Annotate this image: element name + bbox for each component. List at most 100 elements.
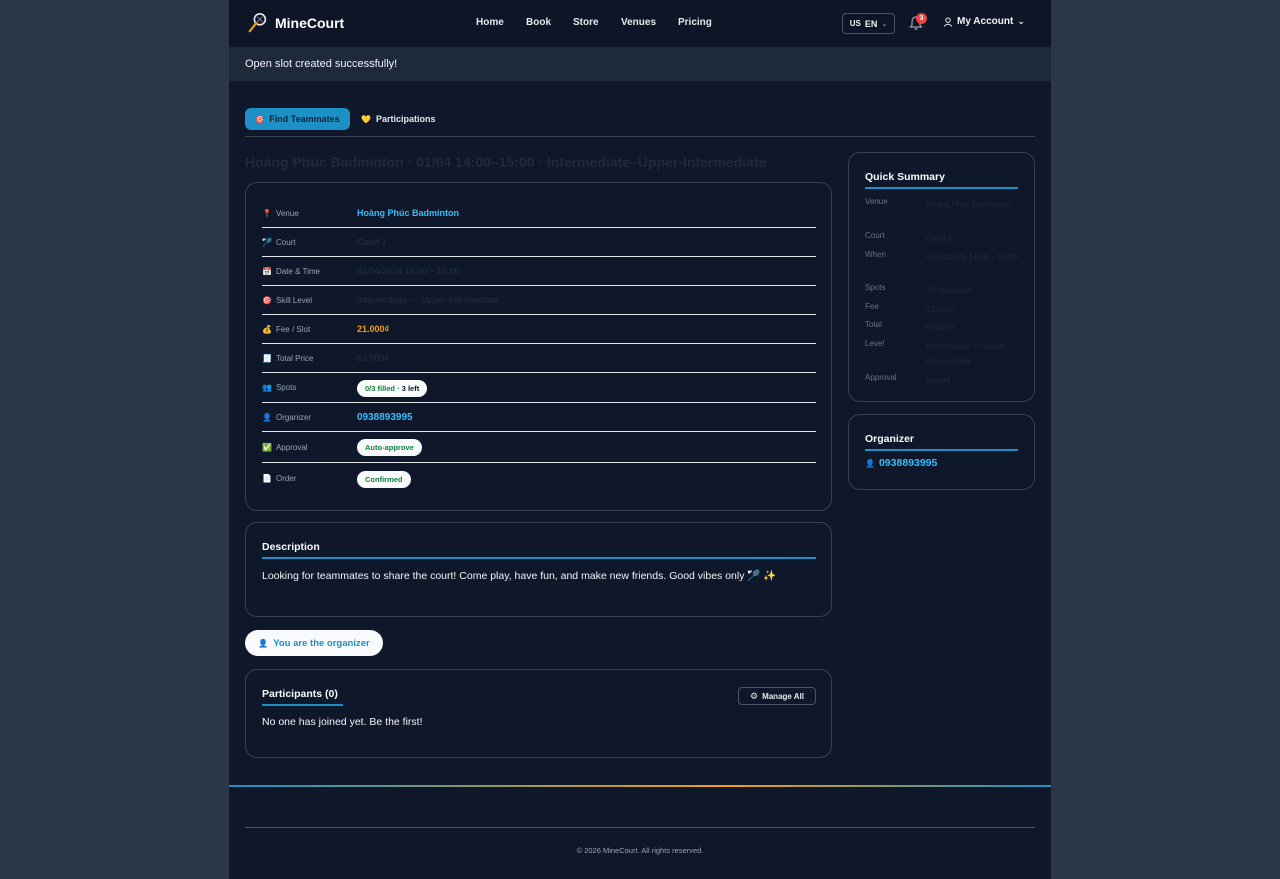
nav-store[interactable]: Store — [573, 17, 621, 28]
approval-label: Approval — [275, 442, 308, 452]
page-title: Hoàng Phúc Badminton · 01/04 14:00–15:00… — [245, 154, 767, 170]
notification-badge: 3 — [916, 13, 927, 24]
summary-row: Approval Instant — [865, 373, 1025, 388]
summary-row: Court Court 1 — [865, 231, 1025, 246]
order-status-badge: Confirmed — [357, 470, 411, 488]
detail-row-datetime: 📅 Date & Time 01/04/2026 14:00 – 15:00 — [262, 257, 816, 286]
nav-pricing[interactable]: Pricing — [678, 17, 712, 28]
fee-label: Fee / Slot — [275, 324, 311, 334]
pin-icon: 📍 — [262, 208, 272, 218]
flash-message: Open slot created successfully! — [229, 47, 1051, 81]
nav-venues[interactable]: Venues — [621, 17, 678, 28]
summary-row: Level Intermediate — Upper-Intermediate — [865, 339, 1025, 369]
slot-details-card: 📍 Venue Hoàng Phúc Badminton 🏸 Court Court… — [245, 182, 832, 511]
tab-participations-label: Participations — [375, 114, 436, 124]
brand-logo[interactable]: MineCourt — [247, 12, 344, 34]
detail-row-total: 🧾 Total Price 63.000₫ — [262, 344, 816, 373]
summary-value: Court 1 — [926, 234, 953, 243]
order-label: Order — [275, 474, 297, 483]
detail-row-order: 📄 Order Confirmed — [262, 463, 816, 494]
copyright-text: © 2026 MineCourt. All rights reserved. — [576, 846, 704, 855]
organizer-card: Organizer 👤 0938893995 — [848, 414, 1035, 490]
footer-accent-line — [229, 785, 1051, 787]
tab-bar: 🎯 Find Teammates 💛 Participations — [245, 108, 1035, 137]
spots-left: 3 left — [401, 383, 420, 393]
participants-card: Participants (0) ⚙ Manage All No one has… — [245, 669, 832, 758]
organizer-badge: 👤 You are the organizer — [245, 630, 383, 656]
court-label: Court — [275, 237, 296, 247]
person-icon: 👤 — [258, 638, 269, 648]
summary-key: Court — [865, 231, 885, 240]
detail-row-organizer: 👤 Organizer 0938893995 — [262, 403, 816, 432]
navbar: MineCourt Home Book Store Venues Pricing… — [229, 0, 1051, 47]
calendar-icon: 📅 — [262, 266, 272, 276]
datetime-label: Date & Time — [275, 266, 320, 276]
tab-find-teammates[interactable]: 🎯 Find Teammates — [245, 108, 350, 130]
summary-value: 01/04/2026 14:00 – 15:00 — [926, 253, 1018, 262]
divider — [865, 187, 1018, 189]
brand-name: MineCourt — [275, 15, 345, 31]
detail-row-approval: ✅ Approval Auto-approve — [262, 432, 816, 463]
summary-key: Total — [865, 320, 882, 329]
nav-home[interactable]: Home — [476, 17, 526, 28]
organizer-label: Organizer — [275, 412, 312, 422]
people-icon: 👥 — [262, 383, 272, 392]
manage-all-label: Manage All — [762, 691, 804, 701]
quick-summary-title: Quick Summary — [865, 171, 945, 183]
user-icon — [943, 17, 953, 27]
total-label: Total Price — [275, 353, 314, 363]
summary-value: Intermediate — Upper-Intermediate — [926, 342, 1008, 366]
money-bag-icon: 💰 — [262, 324, 272, 334]
heart-icon: 💛 — [361, 114, 371, 124]
language-flag: US — [849, 19, 861, 28]
tab-find-teammates-label: Find Teammates — [269, 114, 340, 124]
venue-link[interactable]: Hoàng Phúc Badminton — [357, 208, 459, 218]
fee-value: 21.000₫ — [357, 324, 390, 334]
description-title: Description — [262, 541, 320, 553]
target-icon: 🎯 — [255, 114, 266, 124]
detail-row-spots: 👥 Spots 0/3 filled · 3 left — [262, 373, 816, 403]
summary-key: When — [865, 250, 886, 259]
language-selector[interactable]: US EN ⌄ — [842, 13, 895, 34]
spots-badge: 0/3 filled · 3 left — [357, 379, 428, 397]
summary-key: Approval — [865, 373, 897, 382]
nav-book[interactable]: Book — [526, 17, 573, 28]
document-icon: 📄 — [262, 474, 272, 483]
summary-key: Level — [865, 339, 885, 348]
organizer-phone-link[interactable]: 0938893995 — [357, 412, 413, 423]
detail-row-skill: 🎯 Skill Level Intermediate — Upper-Interm… — [262, 286, 816, 315]
quick-summary-card: Quick Summary Venue Hoàng Phúc Badminton … — [848, 152, 1035, 402]
account-menu[interactable]: My Account ⌄ — [943, 16, 1025, 27]
chevron-down-icon: ⌄ — [881, 20, 888, 28]
approval-badge: Auto-approve — [357, 439, 422, 456]
summary-row: When 01/04/2026 14:00 – 15:00 — [865, 250, 1025, 265]
shuttlecock-icon: 🏸 — [262, 237, 272, 247]
person-icon: 👤 — [262, 412, 272, 422]
tab-participations[interactable]: 💛 Participations — [361, 108, 435, 130]
organizer-phone[interactable]: 👤 0938893995 — [865, 457, 937, 469]
participants-empty-text: No one has joined yet. Be the first! — [262, 716, 423, 728]
detail-row-court: 🏸 Court Court 1 — [262, 228, 816, 257]
manage-all-button[interactable]: ⚙ Manage All — [738, 687, 816, 705]
total-value: 63.000₫ — [357, 353, 390, 363]
summary-value: 21.000₫ — [926, 305, 955, 314]
summary-value: Hoàng Phúc Badminton — [926, 200, 1011, 209]
nav-links: Home Book Store Venues Pricing — [476, 17, 712, 28]
divider — [262, 557, 816, 559]
gear-icon: ⚙ — [749, 690, 759, 701]
detail-row-fee: 💰 Fee / Slot 21.000₫ — [262, 315, 816, 344]
badminton-racket-icon — [248, 13, 267, 33]
summary-row: Fee 21.000₫ — [865, 302, 1025, 317]
organizer-card-title: Organizer — [865, 433, 915, 445]
summary-row: Spots 3/3 available — [865, 283, 1025, 298]
summary-key: Venue — [865, 197, 888, 206]
check-icon: ✅ — [262, 442, 272, 452]
receipt-icon: 🧾 — [262, 353, 272, 363]
organizer-phone-text: 0938893995 — [878, 457, 938, 469]
court-value: Court 1 — [357, 237, 387, 247]
summary-row: Total 63.000₫ — [865, 320, 1025, 335]
description-card: Description Looking for teammates to sha… — [245, 522, 832, 617]
spots-label: Spots — [275, 383, 297, 392]
footer-divider — [245, 827, 1035, 828]
skill-label: Skill Level — [275, 295, 312, 305]
